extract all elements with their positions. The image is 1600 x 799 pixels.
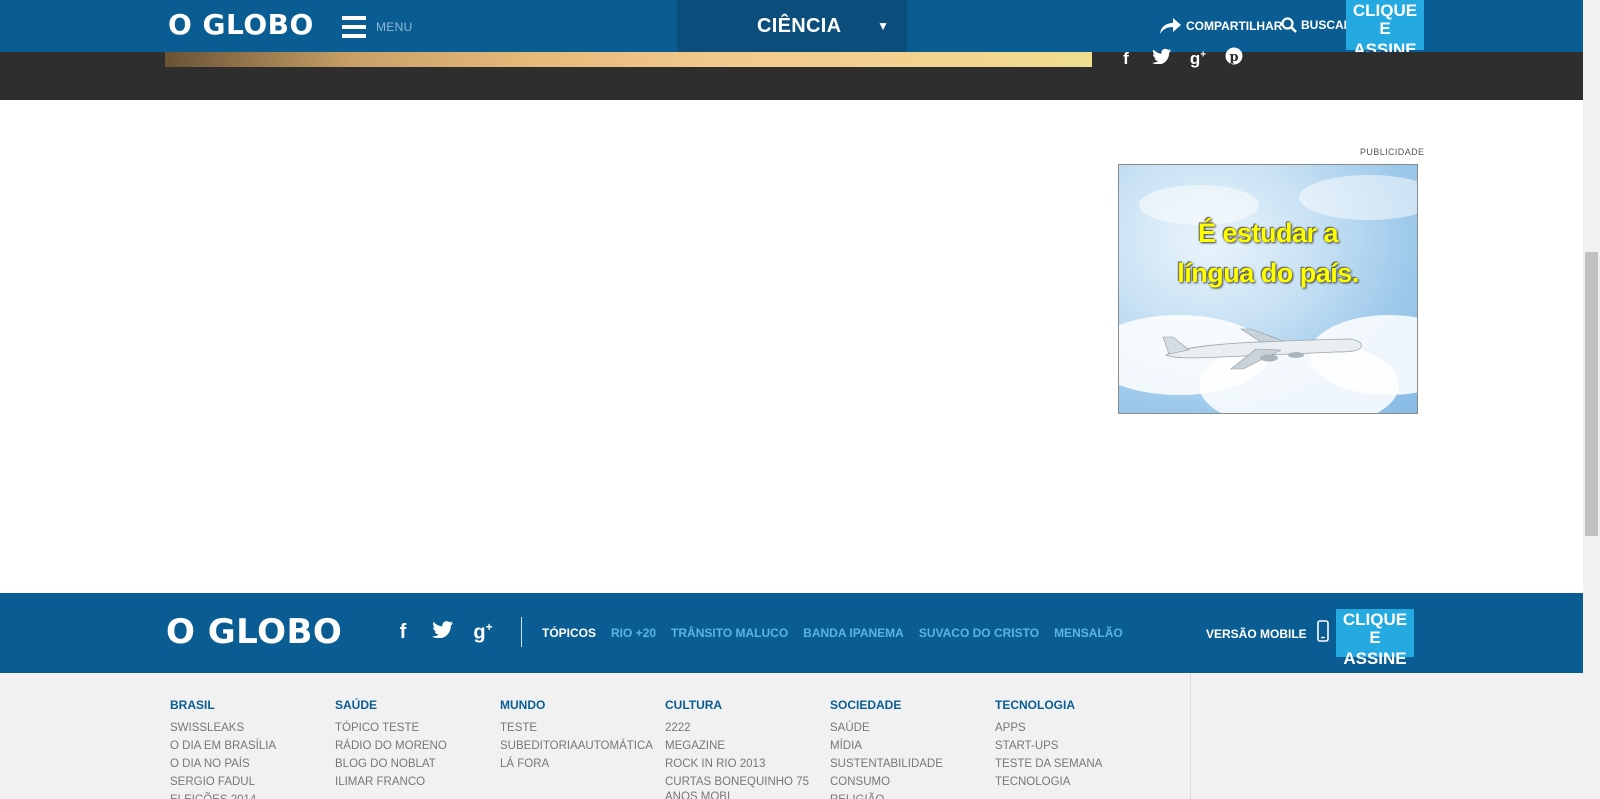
google-plus-icon[interactable]: g+ <box>470 620 496 645</box>
mobile-version-link[interactable]: VERSÃO MOBILE <box>1206 620 1329 642</box>
list-item[interactable]: ILIMAR FRANCO <box>335 773 495 791</box>
list-item[interactable]: O DIA NO PAÍS <box>170 755 330 773</box>
scrollbar-thumb[interactable] <box>1585 252 1598 536</box>
footer-divider <box>521 617 522 647</box>
section-label: CIÊNCIA <box>757 14 842 37</box>
topic-link[interactable]: RIO +20 <box>611 626 656 640</box>
footer-logo[interactable]: O GLOBO <box>166 612 342 652</box>
list-item[interactable]: START-UPS <box>995 737 1155 755</box>
twitter-icon[interactable] <box>1151 48 1173 69</box>
footer-topics: TÓPICOS RIO +20 TRÂNSITO MALUCO BANDA IP… <box>542 626 1123 640</box>
list-item[interactable]: SUSTENTABILIDADE <box>830 755 990 773</box>
google-plus-icon[interactable]: g+ <box>1187 49 1209 69</box>
share-button[interactable]: COMPARTILHAR <box>1158 17 1282 35</box>
smartphone-icon <box>1316 620 1329 642</box>
site-logo[interactable]: O GLOBO <box>168 8 314 41</box>
ad-text: É estudar a língua do país. <box>1119 213 1417 293</box>
chevron-down-icon: ▼ <box>877 19 889 33</box>
column-title[interactable]: SAÚDE <box>335 698 495 712</box>
list-item[interactable]: MÍDIA <box>830 737 990 755</box>
pinterest-icon[interactable]: p <box>1223 47 1245 70</box>
facebook-icon[interactable]: f <box>1115 49 1137 69</box>
list-item[interactable]: MEGAZINE <box>665 737 820 755</box>
facebook-icon[interactable]: f <box>390 621 416 644</box>
footer-column-sociedade: SOCIEDADE SAÚDE MÍDIA SUSTENTABILIDADE C… <box>830 698 990 799</box>
topic-link[interactable]: TRÂNSITO MALUCO <box>671 626 788 640</box>
hamburger-icon <box>342 16 366 38</box>
list-item[interactable]: TESTE DA SEMANA <box>995 755 1155 773</box>
section-dropdown[interactable]: CIÊNCIA ▼ <box>677 0 907 52</box>
list-item[interactable]: TESTE <box>500 719 660 737</box>
share-arrow-icon <box>1160 18 1181 34</box>
search-button[interactable]: BUSCAR <box>1281 17 1352 33</box>
footer-bar: O GLOBO f g+ TÓPICOS RIO +20 TRÂNSITO MA… <box>0 593 1583 673</box>
list-item[interactable]: TECNOLOGIA <box>995 773 1155 791</box>
list-item[interactable]: TÓPICO TESTE <box>335 719 495 737</box>
ad-label: PUBLICIDADE <box>1360 147 1425 157</box>
list-item[interactable]: ROCK IN RIO 2013 <box>665 755 820 773</box>
article-share-icons: f g+ p <box>1115 47 1245 70</box>
list-item[interactable]: 2222 <box>665 719 820 737</box>
list-item[interactable]: RELIGIÃO <box>830 791 990 799</box>
top-header: O GLOBO MENU CIÊNCIA ▼ COMPARTILHAR BUSC… <box>0 0 1583 58</box>
topic-link[interactable]: MENSALÃO <box>1054 626 1123 640</box>
footer-links: BRASIL SWISSLEAKS O DIA EM BRASÍLIA O DI… <box>0 673 1583 799</box>
ad-text-line2: língua do país. <box>1177 258 1359 288</box>
topic-link[interactable]: SUVACO DO CRISTO <box>919 626 1039 640</box>
svg-text:p: p <box>1229 50 1238 65</box>
footer-social-icons: f g+ <box>390 620 496 645</box>
list-item[interactable]: SUBEDITORIAAUTOMÁTICA <box>500 737 660 755</box>
subscribe-button[interactable]: CLIQUE E ASSINE <box>1346 0 1424 58</box>
menu-button[interactable]: MENU <box>342 13 413 41</box>
hero-image <box>165 52 1092 67</box>
list-item[interactable]: LÁ FORA <box>500 755 660 773</box>
list-item[interactable]: APPS <box>995 719 1155 737</box>
list-item[interactable]: ELEIÇÕES 2014 <box>170 791 330 799</box>
menu-label: MENU <box>376 20 413 34</box>
column-title[interactable]: MUNDO <box>500 698 660 712</box>
search-icon <box>1281 17 1297 33</box>
column-title[interactable]: TECNOLOGIA <box>995 698 1155 712</box>
list-item[interactable]: RÁDIO DO MORENO <box>335 737 495 755</box>
ad-text-line1: É estudar a <box>1197 218 1339 248</box>
list-item[interactable]: CURTAS BONEQUINHO 75 ANOS MOBI <box>665 773 820 799</box>
twitter-icon[interactable] <box>430 620 456 644</box>
list-item[interactable]: SAÚDE <box>830 719 990 737</box>
footer-column-mundo: MUNDO TESTE SUBEDITORIAAUTOMÁTICA LÁ FOR… <box>500 698 660 773</box>
footer-column-divider <box>1190 673 1191 799</box>
subscribe-line2: ASSINE <box>1343 648 1407 668</box>
airplane-icon <box>1162 328 1362 370</box>
footer-column-saude: SAÚDE TÓPICO TESTE RÁDIO DO MORENO BLOG … <box>335 698 495 791</box>
mobile-label: VERSÃO MOBILE <box>1206 627 1307 641</box>
list-item[interactable]: BLOG DO NOBLAT <box>335 755 495 773</box>
subscribe-line1: CLIQUE E <box>1352 1 1418 38</box>
list-item[interactable]: SERGIO FADUL <box>170 773 330 791</box>
footer-column-cultura: CULTURA 2222 MEGAZINE ROCK IN RIO 2013 C… <box>665 698 820 799</box>
footer-column-brasil: BRASIL SWISSLEAKS O DIA EM BRASÍLIA O DI… <box>170 698 330 799</box>
list-item[interactable]: CONSUMO <box>830 773 990 791</box>
search-label: BUSCAR <box>1301 18 1353 32</box>
column-title[interactable]: CULTURA <box>665 698 820 712</box>
list-item[interactable]: O DIA EM BRASÍLIA <box>170 737 330 755</box>
subscribe-line1: CLIQUE E <box>1342 610 1408 647</box>
page-scrollbar[interactable] <box>1583 0 1600 799</box>
column-title[interactable]: BRASIL <box>170 698 330 712</box>
topics-label: TÓPICOS <box>542 626 597 640</box>
list-item[interactable]: SWISSLEAKS <box>170 719 330 737</box>
footer-subscribe-button[interactable]: CLIQUE E ASSINE <box>1336 609 1414 667</box>
advertisement-banner[interactable]: É estudar a língua do país. <box>1118 164 1418 414</box>
share-label: COMPARTILHAR <box>1186 19 1283 33</box>
topic-link[interactable]: BANDA IPANEMA <box>803 626 904 640</box>
column-title[interactable]: SOCIEDADE <box>830 698 990 712</box>
footer-column-tecnologia: TECNOLOGIA APPS START-UPS TESTE DA SEMAN… <box>995 698 1155 791</box>
